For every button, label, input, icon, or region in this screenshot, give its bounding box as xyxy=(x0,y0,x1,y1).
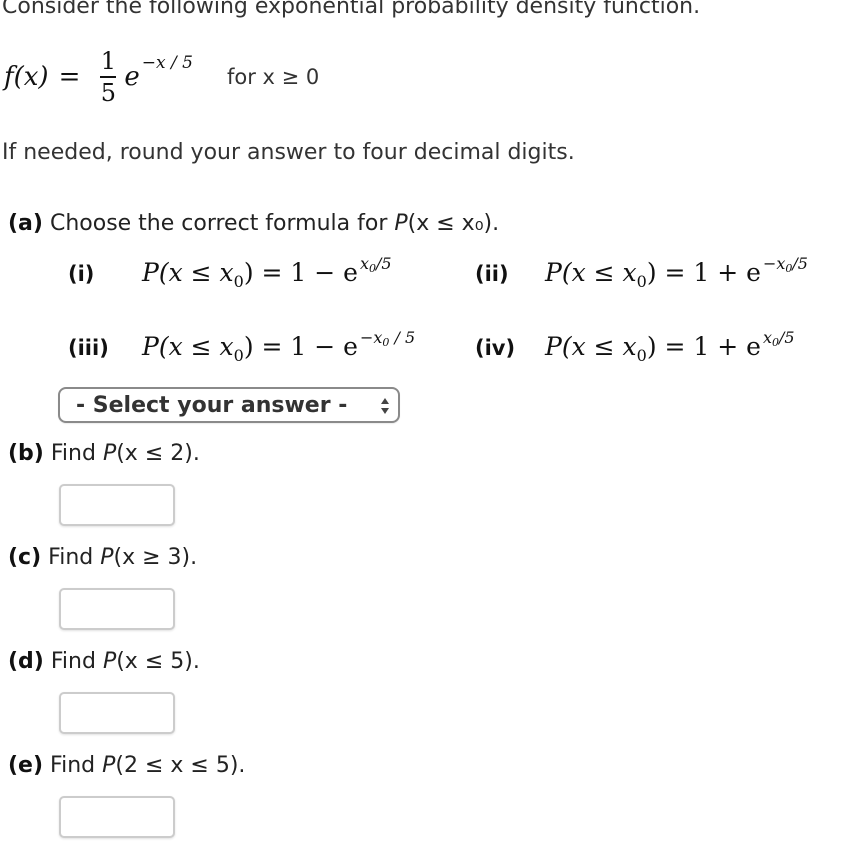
part-b-question: (b) Find P(x ≤ 2). xyxy=(8,441,200,466)
option-ii-formula: P(x ≤ x0) = 1 + e −x0/5 xyxy=(545,254,808,291)
part-d-label: (d) xyxy=(8,649,44,674)
pdf-base: e xyxy=(124,62,140,92)
formula-mid: ) = 1 + e xyxy=(646,258,761,287)
formula-mid: ) = 1 − e xyxy=(243,332,358,361)
option-iv-label: (iv) xyxy=(475,336,516,360)
rounding-note: If needed, round your answer to four dec… xyxy=(2,140,575,165)
part-b-prob: P xyxy=(102,441,117,466)
pdf-equals: = xyxy=(58,62,81,92)
pdf-fraction: 1 5 xyxy=(100,47,117,107)
exp-sub: 0 xyxy=(382,336,390,349)
part-d-expr: (x ≤ 5). xyxy=(116,649,200,674)
exp-var: x xyxy=(762,328,772,347)
part-b-expr: (x ≤ 2). xyxy=(116,441,200,466)
exp-var: −x xyxy=(762,254,786,273)
exp-tail: /5 xyxy=(375,254,392,273)
part-b-label: (b) xyxy=(8,441,44,466)
option-i-formula: P(x ≤ x0) = 1 − e x0/5 xyxy=(142,254,392,291)
exp-var: x xyxy=(359,254,369,273)
exp-tail: /5 xyxy=(778,328,795,347)
formula-sub: 0 xyxy=(233,272,244,291)
exp-tail: / 5 xyxy=(389,328,416,347)
part-d-question: (d) Find P(x ≤ 5). xyxy=(8,649,200,674)
option-i-label: (i) xyxy=(68,262,95,286)
formula-exp: −x0/5 xyxy=(762,254,808,275)
part-e-question: (e) Find P(2 ≤ x ≤ 5). xyxy=(8,753,245,778)
pdf-lhs: f(x) xyxy=(4,62,49,92)
formula-sub: 0 xyxy=(233,346,244,365)
select-arrows-icon xyxy=(381,398,389,414)
formula-mid: ) = 1 + e xyxy=(646,332,761,361)
pdf-denominator: 5 xyxy=(100,79,117,107)
part-d-answer-input[interactable] xyxy=(59,692,175,734)
formula-sub: 0 xyxy=(636,346,647,365)
formula-exp: −x0 / 5 xyxy=(359,328,416,349)
part-e-expr: (2 ≤ x ≤ 5). xyxy=(115,753,246,778)
formula-lhs: P(x ≤ x xyxy=(545,332,637,361)
exp-sub: 0 xyxy=(771,336,779,349)
part-c-question: (c) Find P(x ≥ 3). xyxy=(8,545,197,570)
exp-sub: 0 xyxy=(368,262,376,275)
select-value: - Select your answer - xyxy=(76,392,348,418)
part-c-prob: P xyxy=(100,545,114,570)
part-a-label: (a) xyxy=(8,211,43,236)
part-a-expr: (x ≤ x₀). xyxy=(407,211,500,236)
part-a-text: Choose the correct formula for xyxy=(49,211,395,236)
formula-lhs: P(x ≤ x xyxy=(142,332,234,361)
formula-exp: x0/5 xyxy=(359,254,392,275)
pdf-numerator: 1 xyxy=(100,47,117,75)
pdf-formula: f(x) = 1 5 e −x / 5 for x ≥ 0 xyxy=(4,42,319,112)
option-ii-label: (ii) xyxy=(475,262,509,286)
option-iv: (iv) xyxy=(475,336,515,360)
part-e-label: (e) xyxy=(8,753,44,778)
exp-var: −x xyxy=(359,328,383,347)
part-b-text: Find xyxy=(50,441,103,466)
option-iii-label: (iii) xyxy=(68,336,109,360)
intro-text: Consider the following exponential proba… xyxy=(2,0,701,19)
part-c-text: Find xyxy=(48,545,101,570)
part-d-text: Find xyxy=(50,649,103,674)
formula-lhs: P(x ≤ x xyxy=(142,258,234,287)
option-iv-formula: P(x ≤ x0) = 1 + e x0/5 xyxy=(545,328,795,365)
part-a-question: (a) Choose the correct formula for P(x ≤… xyxy=(8,211,499,236)
exp-sub: 0 xyxy=(785,262,793,275)
option-iii-formula: P(x ≤ x0) = 1 − e −x0 / 5 xyxy=(142,328,415,365)
option-iii: (iii) xyxy=(68,336,109,360)
formula-mid: ) = 1 − e xyxy=(243,258,358,287)
option-i: (i) xyxy=(68,262,94,286)
pdf-domain: for x ≥ 0 xyxy=(226,65,320,89)
formula-exp: x0/5 xyxy=(762,328,795,349)
exp-tail: /5 xyxy=(792,254,808,273)
part-d-prob: P xyxy=(102,649,117,674)
part-c-answer-input[interactable] xyxy=(59,588,175,630)
formula-lhs: P(x ≤ x xyxy=(545,258,637,287)
formula-sub: 0 xyxy=(636,272,647,291)
part-c-label: (c) xyxy=(8,545,42,570)
answer-select-dropdown[interactable]: - Select your answer - xyxy=(58,387,400,423)
part-e-prob: P xyxy=(102,753,116,778)
part-c-expr: (x ≥ 3). xyxy=(113,545,198,570)
part-b-answer-input[interactable] xyxy=(59,484,175,526)
part-e-answer-input[interactable] xyxy=(59,796,175,838)
option-ii: (ii) xyxy=(475,262,509,286)
part-a-prob: P xyxy=(394,211,408,236)
part-e-text: Find xyxy=(50,753,103,778)
pdf-exponent: −x / 5 xyxy=(141,53,193,73)
